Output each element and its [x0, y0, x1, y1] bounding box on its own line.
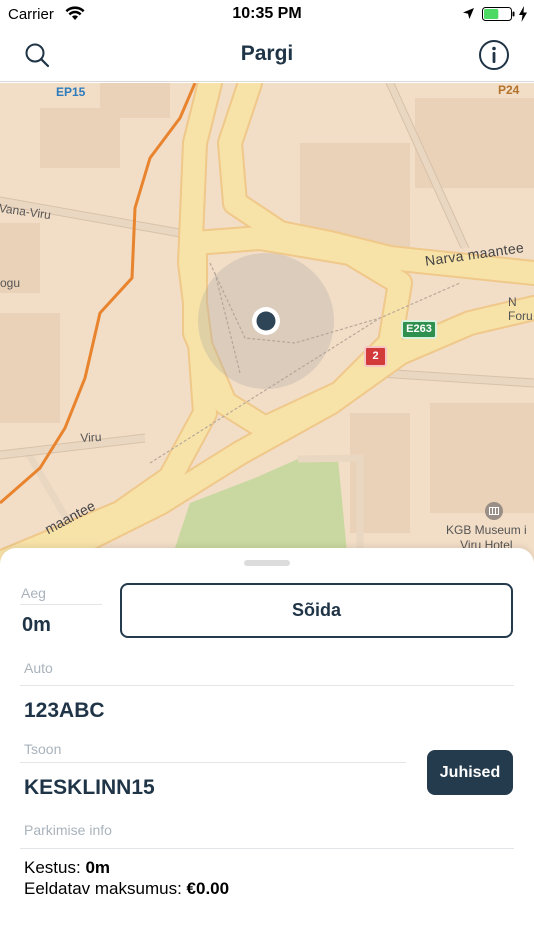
map-label-viru: Viru: [80, 429, 102, 445]
parkimise-divider: [20, 848, 514, 849]
road-shield-e263: E263: [401, 320, 437, 339]
page-title: Pargi: [240, 42, 294, 65]
auto-divider: [20, 685, 514, 686]
kestus-label: Kestus:: [24, 858, 81, 877]
maksumus-label: Eeldatav maksumus:: [24, 879, 182, 898]
auto-label: Auto: [24, 660, 53, 676]
status-time: 10:35 PM: [232, 5, 302, 22]
map-label-forum-line1: N: [508, 295, 517, 309]
info-icon: [479, 40, 509, 70]
current-location-dot: [256, 311, 276, 331]
sheet-grabber[interactable]: [244, 560, 290, 566]
battery-icon: [482, 7, 515, 21]
juhised-button[interactable]: Juhised: [427, 750, 513, 795]
kestus-line: Kestus: 0m: [24, 858, 110, 878]
map-label-p24: P24: [498, 83, 520, 97]
nav-bar: Pargi: [0, 28, 534, 82]
aeg-divider: [20, 604, 102, 605]
tsoon-label: Tsoon: [24, 741, 62, 757]
map-label-forum-line2: Foru: [508, 309, 533, 323]
tsoon-value[interactable]: KESKLINN15: [24, 776, 155, 800]
maksumus-line: Eeldatav maksumus: €0.00: [24, 879, 229, 899]
auto-value[interactable]: 123ABC: [24, 699, 105, 723]
tsoon-divider: [20, 762, 406, 763]
parkimise-info-label: Parkimise info: [24, 822, 112, 838]
aeg-value: 0m: [22, 614, 51, 636]
map-label-ogu: ogu: [0, 276, 21, 290]
status-bar: Carrier 10:35 PM: [0, 0, 534, 28]
map-label-ep15: EP15: [56, 85, 86, 99]
parking-sheet: Aeg 0m Sõida Auto 123ABC Tsoon KESKLINN1…: [0, 548, 534, 950]
aeg-label: Aeg: [21, 585, 46, 601]
maksumus-value: €0.00: [186, 879, 230, 898]
map-label-forum: N Foru: [508, 295, 533, 323]
road-shield-2: 2: [364, 346, 387, 367]
location-arrow-icon: [463, 8, 474, 19]
map-view[interactable]: EP15 P24 Vana-Viru Narva maantee ogu N F…: [0, 83, 534, 563]
charging-bolt-icon: [519, 6, 527, 22]
kestus-value: 0m: [85, 858, 111, 877]
map-canvas: [0, 83, 534, 563]
map-label-kgb-line1: KGB Museum i: [446, 523, 527, 537]
info-button[interactable]: [478, 39, 510, 71]
soida-button[interactable]: Sõida: [120, 583, 513, 638]
